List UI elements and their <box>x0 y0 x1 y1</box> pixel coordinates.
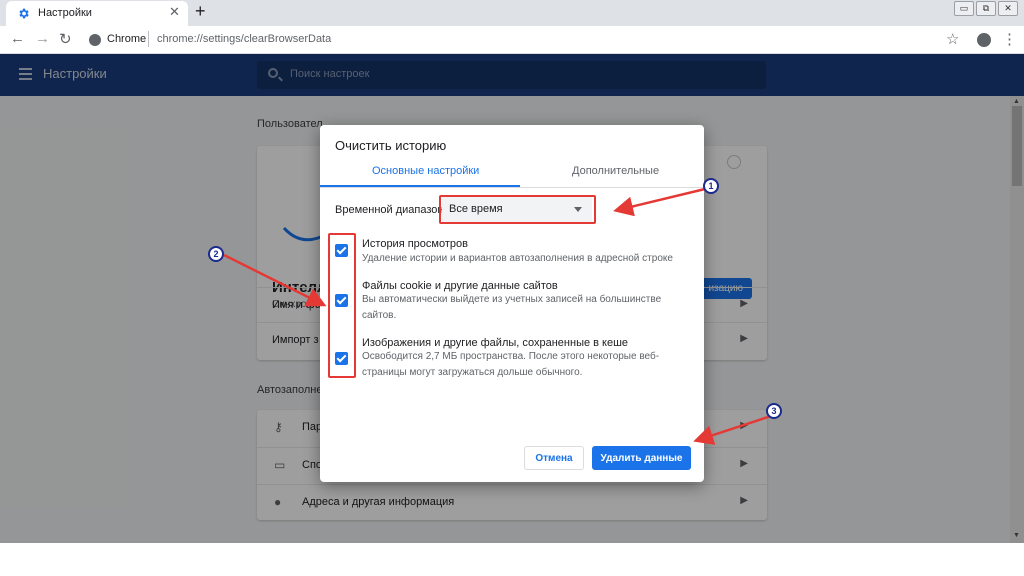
highlight-box-checkboxes <box>328 233 356 378</box>
minimize-button[interactable]: ▭ <box>954 1 974 16</box>
bookmark-star-icon[interactable]: ☆ <box>946 30 959 48</box>
browser-tab[interactable]: Настройки ✕ <box>6 1 188 26</box>
kebab-menu-icon[interactable]: ⋮ <box>1002 30 1017 48</box>
screen: Настройки ✕ + ▭ ⧉ ✕ ← → ↻ Chrome chrome:… <box>0 0 1024 576</box>
close-window-button[interactable]: ✕ <box>998 1 1018 16</box>
history-desc: Удаление истории и вариантов автозаполне… <box>362 253 673 264</box>
window-controls: ▭ ⧉ ✕ <box>954 1 1018 16</box>
tab-title: Настройки <box>38 7 92 19</box>
annotation-badge-2: 2 <box>208 246 224 262</box>
annotation-badge-1: 1 <box>703 178 719 194</box>
tab-divider <box>320 187 704 188</box>
history-title: История просмотров <box>362 238 468 250</box>
tab-advanced[interactable]: Дополнительные <box>572 165 659 177</box>
account-icon[interactable] <box>977 33 991 47</box>
time-range-label: Временной диапазон <box>335 204 444 216</box>
highlight-box-range <box>439 195 596 224</box>
omnibox-chrome-label: Chrome <box>107 33 147 45</box>
cookies-title: Файлы cookie и другие данные сайтов <box>362 280 558 292</box>
settings-gear-icon <box>19 8 29 19</box>
reload-icon[interactable]: ↻ <box>59 30 72 48</box>
tab-strip: Настройки ✕ + ▭ ⧉ ✕ <box>0 0 1024 26</box>
omnibox-separator <box>148 31 149 47</box>
address-bar-url[interactable]: chrome://settings/clearBrowserData <box>157 33 331 45</box>
cancel-button[interactable]: Отмена <box>524 446 584 470</box>
clear-history-dialog: Очистить историю Основные настройки Допо… <box>320 125 704 482</box>
tab-close-icon[interactable]: ✕ <box>169 4 180 20</box>
new-tab-button[interactable]: + <box>195 1 206 22</box>
browser-toolbar: ← → ↻ Chrome chrome://settings/clearBrow… <box>0 26 1024 54</box>
cache-title: Изображения и другие файлы, сохраненные … <box>362 337 629 349</box>
bottom-strip <box>0 543 1024 576</box>
tab-basic-settings[interactable]: Основные настройки <box>372 165 479 177</box>
cookies-desc: Вы автоматически выйдете из учетных запи… <box>362 294 662 321</box>
dialog-title: Очистить историю <box>335 138 447 153</box>
annotation-badge-3: 3 <box>766 403 782 419</box>
restore-button[interactable]: ⧉ <box>976 1 996 16</box>
forward-arrow-icon[interactable]: → <box>35 30 50 47</box>
chrome-icon <box>89 34 101 46</box>
cache-desc: Освободится 2,7 МБ пространства. После э… <box>362 351 660 378</box>
delete-data-button[interactable]: Удалить данные <box>592 446 691 470</box>
back-arrow-icon[interactable]: ← <box>10 30 25 47</box>
